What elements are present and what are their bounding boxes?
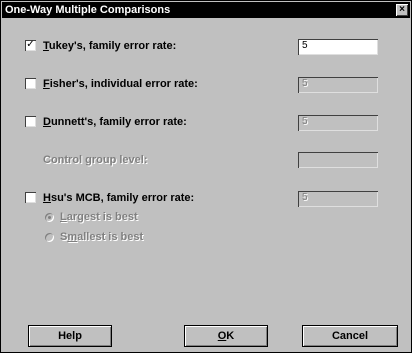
cancel-button[interactable]: Cancel <box>302 325 398 347</box>
fisher-error-rate-input: 5 <box>298 77 378 93</box>
hsu-checkbox[interactable] <box>25 192 36 203</box>
title-bar: One-Way Multiple Comparisons × <box>2 2 410 18</box>
dialog-window: One-Way Multiple Comparisons × ✓ Tukey's… <box>0 0 412 353</box>
smallest-is-best-label: Smallest is best <box>60 231 144 243</box>
ok-button[interactable]: OK <box>184 325 268 347</box>
control-group-level-input <box>298 152 378 168</box>
tukey-label: Tukey's, family error rate: <box>43 40 177 52</box>
dunnett-option[interactable]: Dunnett's, family error rate: <box>25 114 285 132</box>
dunnett-checkbox[interactable] <box>25 116 36 127</box>
hsu-label: Hsu's MCB, family error rate: <box>43 192 195 204</box>
fisher-option[interactable]: Fisher's, individual error rate: <box>25 76 285 94</box>
close-icon[interactable]: × <box>396 4 408 16</box>
help-button[interactable]: Help <box>28 325 112 347</box>
fisher-label: Fisher's, individual error rate: <box>43 78 198 90</box>
control-group-level-label: Control group level: <box>43 154 148 166</box>
dunnett-error-rate-input: 5 <box>298 115 378 131</box>
largest-is-best-radio <box>45 213 54 222</box>
tukey-checkbox[interactable]: ✓ <box>25 40 36 51</box>
smallest-is-best-radio <box>45 233 54 242</box>
largest-is-best-label: Largest is best <box>60 211 138 223</box>
tukey-error-rate-input[interactable]: 5 <box>298 39 378 55</box>
dunnett-label: Dunnett's, family error rate: <box>43 116 187 128</box>
window-title: One-Way Multiple Comparisons <box>5 4 171 16</box>
hsu-option[interactable]: Hsu's MCB, family error rate: <box>25 190 285 208</box>
fisher-checkbox[interactable] <box>25 78 36 89</box>
hsu-error-rate-input: 5 <box>298 191 378 207</box>
